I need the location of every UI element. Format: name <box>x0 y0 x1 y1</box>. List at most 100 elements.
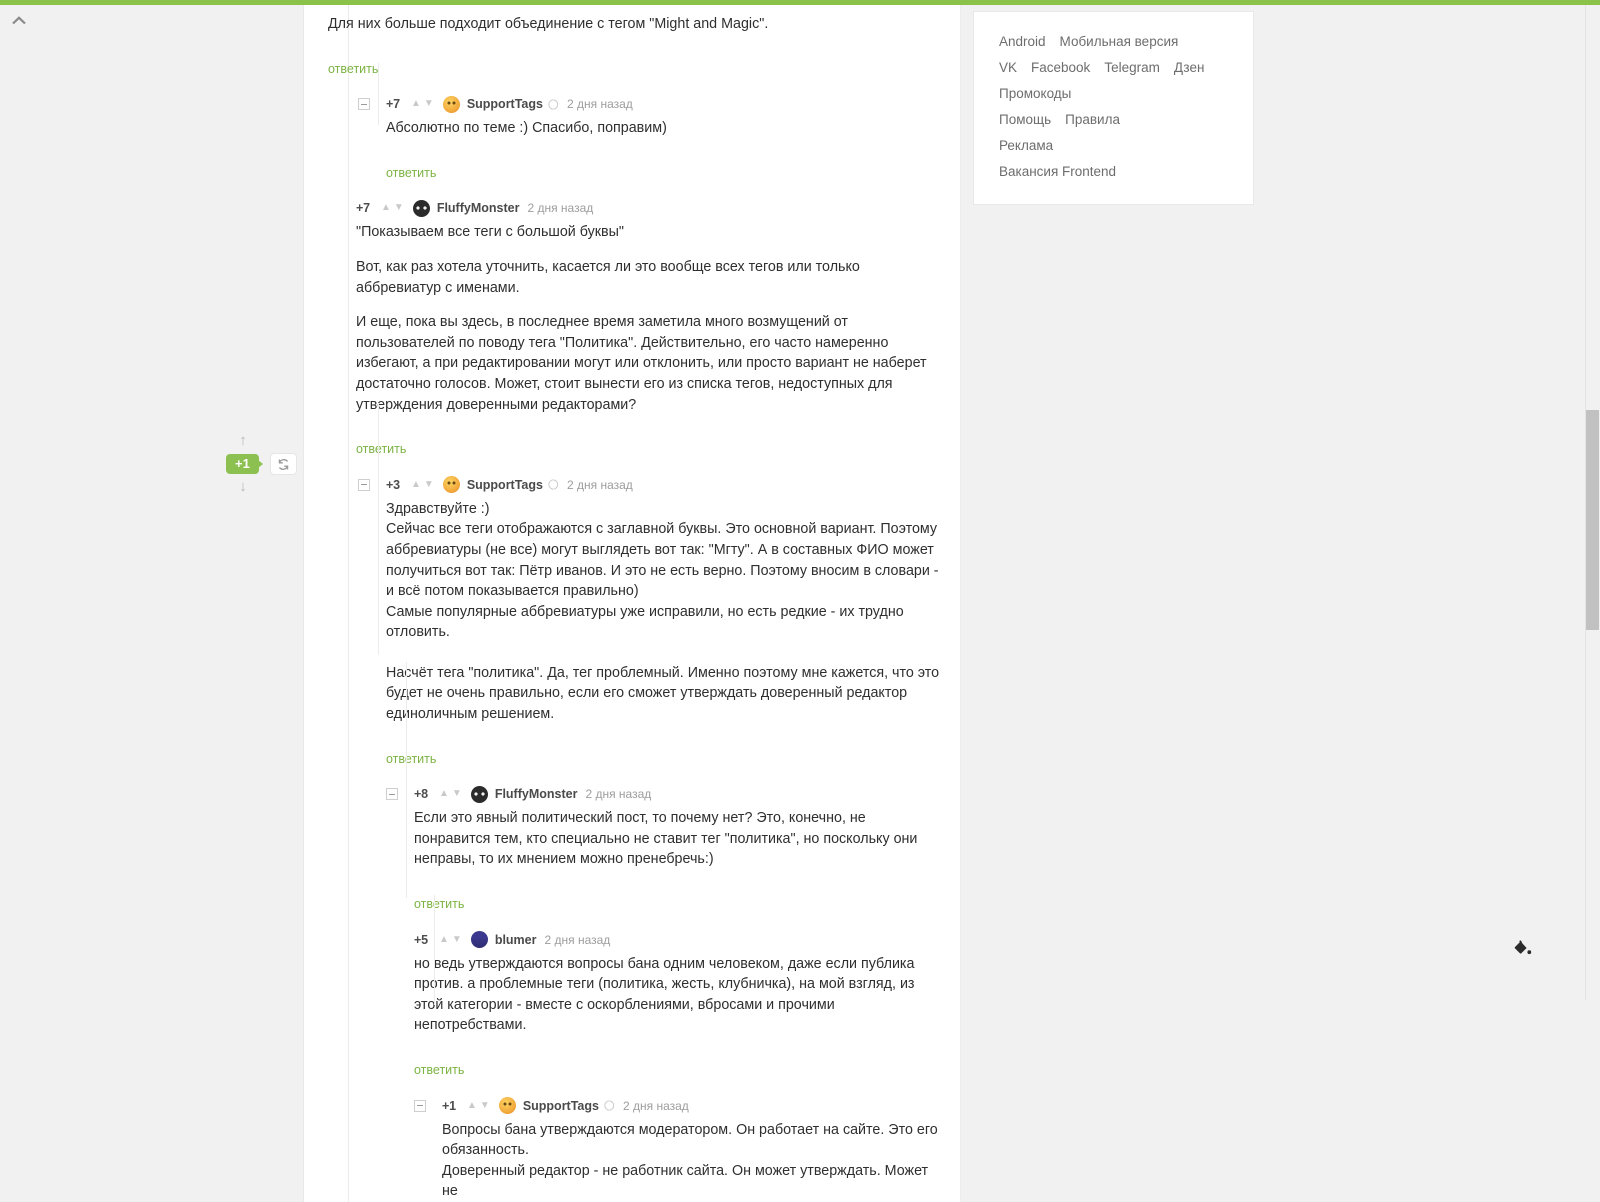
footer-link-row: Вакансия Frontend <box>999 162 1253 182</box>
avatar[interactable] <box>499 1097 516 1114</box>
footer-link-промокоды[interactable]: Промокоды <box>999 84 1071 104</box>
comment-vote-arrows[interactable]: ▲▼ <box>381 203 404 213</box>
comment-author[interactable]: SupportTags <box>467 97 543 111</box>
comment-vote-arrows[interactable]: ▲▼ <box>439 935 462 945</box>
upvote-icon[interactable]: ▲ <box>439 789 449 799</box>
comment-paragraph: Если это явный политический пост, то поч… <box>414 808 944 870</box>
footer-links-card: Android Мобильная версия VK Facebook Telegra… <box>973 11 1254 205</box>
chevron-up-icon[interactable] <box>11 14 27 26</box>
footer-link-мобильная-версия[interactable]: Мобильная версия <box>1060 32 1179 52</box>
downvote-icon[interactable]: ▼ <box>394 203 404 213</box>
comment-author[interactable]: FluffyMonster <box>437 201 520 215</box>
downvote-icon[interactable]: ▼ <box>480 1101 490 1111</box>
downvote-icon[interactable]: ▼ <box>452 789 462 799</box>
comment-author[interactable]: SupportTags <box>523 1099 599 1113</box>
downvote-icon[interactable]: ▼ <box>424 99 434 109</box>
comment: +8 ▲▼ FluffyMonster 2 дня назад Если это явн… <box>386 769 944 914</box>
footer-link-реклама[interactable]: Реклама <box>999 136 1053 156</box>
comment: +5▲▼blumer2 дня назадно ведь утверждаютс… <box>386 915 944 1081</box>
comment-line: Здравствуйте :) <box>386 499 944 520</box>
footer-link-row: Промокоды <box>999 84 1253 104</box>
footer-link-row: VK Facebook Telegram Дзен <box>999 58 1253 78</box>
comment: Для них больше подходит объединение с те… <box>328 5 944 79</box>
footer-link-правила[interactable]: Правила <box>1065 110 1120 130</box>
reply-link[interactable]: ответить <box>356 439 406 460</box>
comment-line: Самые популярные аббревиатуры уже исправ… <box>386 602 944 643</box>
avatar[interactable] <box>471 931 488 948</box>
comment-header: +1▲▼SupportTags2 дня назад <box>414 1095 944 1117</box>
moon-badge-icon <box>604 1100 615 1111</box>
comment-score: +7 <box>356 201 375 215</box>
comment-body: Абсолютно по теме :) Спасибо, поправим)о… <box>358 115 944 183</box>
footer-link-дзен[interactable]: Дзен <box>1174 58 1205 78</box>
reply-link[interactable]: ответить <box>386 749 436 770</box>
comment-score: +3 <box>386 478 405 492</box>
comment-paragraph: Насчёт тега "политика". Да, тег проблемн… <box>386 663 944 725</box>
comment-body: Вопросы бана утверждаются модератором. О… <box>414 1117 944 1202</box>
comment-line: Доверенный редактор - не работник сайта.… <box>442 1161 944 1202</box>
comment-score: +7 <box>386 97 405 111</box>
upvote-icon[interactable]: ▲ <box>439 935 449 945</box>
comment-score: +5 <box>414 933 433 947</box>
upvote-icon[interactable]: ▲ <box>411 480 421 490</box>
page-scrollbar[interactable] <box>1585 5 1600 1000</box>
collapse-comment-button[interactable] <box>358 98 370 110</box>
downvote-icon[interactable]: ▼ <box>424 480 434 490</box>
comment-header: +8 ▲▼ FluffyMonster 2 дня назад <box>386 783 944 805</box>
upvote-icon[interactable]: ▲ <box>411 99 421 109</box>
footer-link-помощь[interactable]: Помощь <box>999 110 1051 130</box>
footer-link-row: Помощь Правила <box>999 110 1253 130</box>
reply-link[interactable]: ответить <box>386 163 436 184</box>
avatar[interactable] <box>443 476 460 493</box>
footer-link-android[interactable]: Android <box>999 32 1046 52</box>
avatar[interactable] <box>413 200 430 217</box>
collapse-comment-button[interactable] <box>386 788 398 800</box>
comment-body: но ведь утверждаются вопросы бана одним … <box>386 951 944 1081</box>
comment-vote-arrows[interactable]: ▲▼ <box>411 480 434 490</box>
comment-timestamp: 2 дня назад <box>567 478 633 492</box>
reply-link[interactable]: ответить <box>414 1060 464 1081</box>
comment-timestamp: 2 дня назад <box>567 97 633 111</box>
comment-vote-arrows[interactable]: ▲▼ <box>467 1101 490 1111</box>
floating-downvote-arrow[interactable]: ↓ <box>234 480 252 494</box>
footer-link-facebook[interactable]: Facebook <box>1031 58 1090 78</box>
comment-paragraph: "Показываем все теги с большой буквы" <box>356 222 944 243</box>
comment-vote-arrows[interactable]: ▲▼ <box>439 789 462 799</box>
floating-vote-widget[interactable]: ↑ +1 ↓ <box>222 430 298 506</box>
footer-link-row: Android Мобильная версия <box>999 32 1253 52</box>
footer-link-row: Реклама <box>999 136 1253 156</box>
reply-link[interactable]: ответить <box>414 894 464 915</box>
collapse-comment-button[interactable] <box>414 1100 426 1112</box>
downvote-icon[interactable]: ▼ <box>452 935 462 945</box>
upvote-icon[interactable]: ▲ <box>467 1101 477 1111</box>
footer-link-vk[interactable]: VK <box>999 58 1017 78</box>
scrollbar-thumb[interactable] <box>1586 410 1599 630</box>
refresh-icon[interactable] <box>270 453 297 475</box>
comment: +3 ▲▼ SupportTags 2 дня назад Здравствуйте :… <box>358 460 944 770</box>
comment-header: +7 ▲▼ SupportTags 2 дня назад <box>358 93 944 115</box>
reply-link[interactable]: ответить <box>328 59 378 80</box>
comment: +7 ▲▼ FluffyMonster 2 дня назад "Показываем … <box>328 183 944 459</box>
avatar[interactable] <box>443 96 460 113</box>
moon-badge-icon <box>548 99 559 110</box>
comment-body: Если это явный политический пост, то поч… <box>386 805 944 914</box>
comment-score: +8 <box>414 787 433 801</box>
thread-rail-1 <box>378 63 379 125</box>
comment-timestamp: 2 дня назад <box>527 201 593 215</box>
comment-author[interactable]: FluffyMonster <box>495 787 578 801</box>
floating-upvote-arrow[interactable]: ↑ <box>234 434 252 448</box>
collapse-comment-button[interactable] <box>358 479 370 491</box>
footer-link-telegram[interactable]: Telegram <box>1104 58 1160 78</box>
footer-link-вакансия-frontend[interactable]: Вакансия Frontend <box>999 162 1116 182</box>
comment-timestamp: 2 дня назад <box>585 787 651 801</box>
comment: +1▲▼SupportTags2 дня назадВопросы бана у… <box>414 1081 944 1202</box>
avatar[interactable] <box>471 786 488 803</box>
comment-score: +1 <box>442 1099 461 1113</box>
comment-vote-arrows[interactable]: ▲▼ <box>411 99 434 109</box>
comment-line: Сейчас все теги отображаются с заглавной… <box>386 519 944 601</box>
paint-bucket-icon[interactable] <box>1512 938 1534 960</box>
upvote-icon[interactable]: ▲ <box>381 203 391 213</box>
comment-author[interactable]: SupportTags <box>467 478 543 492</box>
comment-author[interactable]: blumer <box>495 933 537 947</box>
comment-thread: Для них больше подходит объединение с те… <box>304 5 960 1202</box>
